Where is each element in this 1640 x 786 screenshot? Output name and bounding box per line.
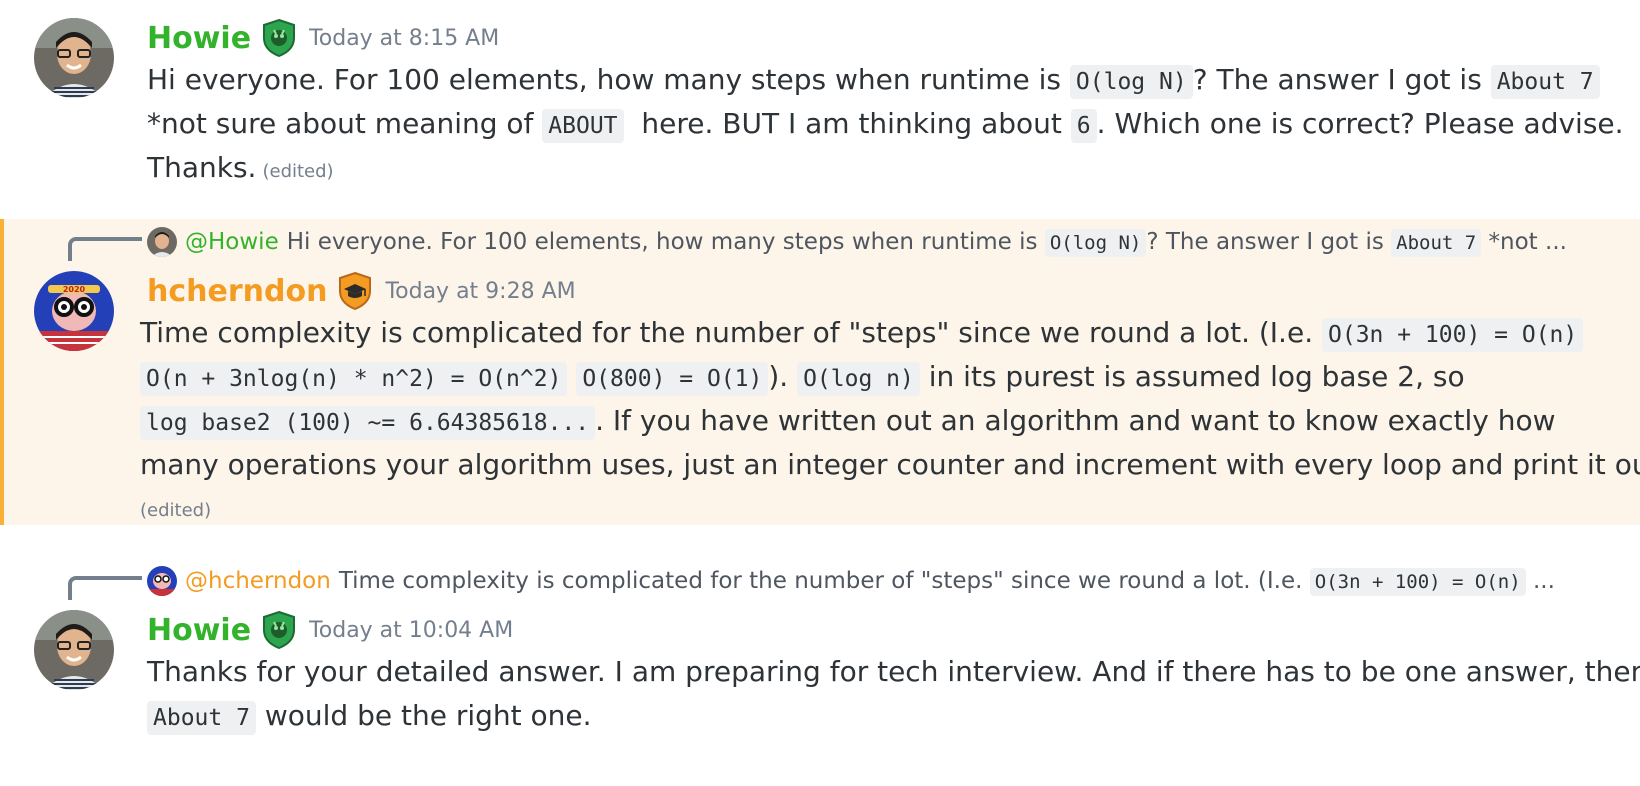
inline-code: log base2 (100) ~= 6.64385618...: [140, 406, 596, 440]
reply-text: Time complexity is complicated for the n…: [338, 568, 1555, 596]
green-shield-badge-icon[interactable]: [261, 18, 297, 58]
inline-code: O(n + 3nlog(n) * n^2) = O(n^2): [140, 362, 568, 396]
timestamp[interactable]: Today at 8:15 AM: [309, 26, 499, 51]
text: Thanks for your detailed answer. I am pr…: [147, 655, 1640, 688]
green-shield-badge-icon[interactable]: [261, 610, 297, 650]
reply-avatar-howie: [147, 227, 177, 257]
text: Time complexity is complicated for the n…: [140, 316, 1322, 349]
username-hcherndon[interactable]: hcherndon: [147, 274, 327, 309]
reply-mention[interactable]: @hcherndon: [185, 568, 331, 594]
timestamp[interactable]: Today at 10:04 AM: [309, 618, 513, 643]
reply-mention[interactable]: @Howie: [185, 229, 279, 255]
reply-spine: [68, 576, 142, 600]
inline-code: 6: [1070, 109, 1097, 143]
inline-code: About 7: [1391, 229, 1482, 257]
reply-avatar-hcherndon: [147, 566, 177, 596]
chat-log: Howie Today at 8:15 AM Hi everyone. For …: [0, 0, 1640, 786]
text: would be the right one.: [255, 699, 592, 732]
inline-code: O(3n + 100) = O(n): [1309, 568, 1526, 596]
text: *not ...: [1481, 229, 1567, 255]
avatar-howie[interactable]: [34, 18, 114, 98]
text: in its purest is assumed log base 2, so: [919, 360, 1465, 393]
message-content: Hi everyone. For 100 elements, how many …: [147, 58, 1624, 190]
edited-label: (edited): [262, 161, 334, 182]
reply-preview[interactable]: @hcherndon Time complexity is complicate…: [147, 563, 1622, 599]
text: Hi everyone. For 100 elements, how many …: [147, 63, 1070, 96]
text: ...: [1525, 568, 1555, 594]
svg-text:2020: 2020: [63, 285, 86, 294]
inline-code: O(log N): [1069, 65, 1193, 99]
username-howie[interactable]: Howie: [147, 613, 251, 648]
text: ? The answer I got is: [1192, 63, 1491, 96]
message-content: Time complexity is complicated for the n…: [140, 311, 1640, 527]
inline-code: O(log n): [797, 362, 920, 396]
text: Time complexity is complicated for the n…: [338, 568, 1310, 594]
text: . Which one is correct? Please advise.: [1096, 107, 1624, 140]
message-header: Howie Today at 8:15 AM: [147, 18, 499, 58]
inline-code: O(3n + 100) = O(n): [1322, 318, 1584, 352]
text: . If you have written out an algorithm a…: [595, 404, 1556, 437]
message-3[interactable]: @hcherndon Time complexity is complicate…: [0, 558, 1640, 786]
text: *not sure about meaning of: [147, 107, 543, 140]
inline-code: O(log N): [1044, 229, 1147, 257]
edited-label: (edited): [140, 500, 212, 521]
reply-spine: [68, 237, 142, 261]
message-header: Howie Today at 10:04 AM: [147, 610, 513, 650]
inline-code: About 7: [147, 701, 256, 735]
message-2[interactable]: @Howie Hi everyone. For 100 elements, ho…: [0, 219, 1640, 525]
message-header: hcherndon Today at 9:28 AM: [147, 271, 576, 311]
text: Hi everyone. For 100 elements, how many …: [286, 229, 1045, 255]
message-1[interactable]: Howie Today at 8:15 AM Hi everyone. For …: [0, 0, 1640, 200]
text: ).: [768, 360, 798, 393]
inline-code: ABOUT: [542, 109, 624, 143]
text: many operations your algorithm uses, jus…: [140, 448, 1640, 481]
inline-code: About 7: [1490, 65, 1600, 99]
reply-preview[interactable]: @Howie Hi everyone. For 100 elements, ho…: [147, 224, 1622, 260]
username-howie[interactable]: Howie: [147, 21, 251, 56]
message-content: Thanks for your detailed answer. I am pr…: [147, 650, 1640, 738]
graduation-cap-badge-icon[interactable]: [337, 271, 373, 311]
text: here. BUT I am thinking about: [623, 107, 1071, 140]
text: ? The answer I got is: [1146, 229, 1392, 255]
timestamp[interactable]: Today at 9:28 AM: [385, 279, 575, 304]
inline-code: O(800) = O(1): [576, 362, 769, 396]
text: Thanks.: [147, 151, 257, 184]
avatar-howie[interactable]: [34, 610, 114, 690]
reply-text: Hi everyone. For 100 elements, how many …: [286, 229, 1567, 257]
avatar-hcherndon[interactable]: 2020: [34, 271, 114, 351]
